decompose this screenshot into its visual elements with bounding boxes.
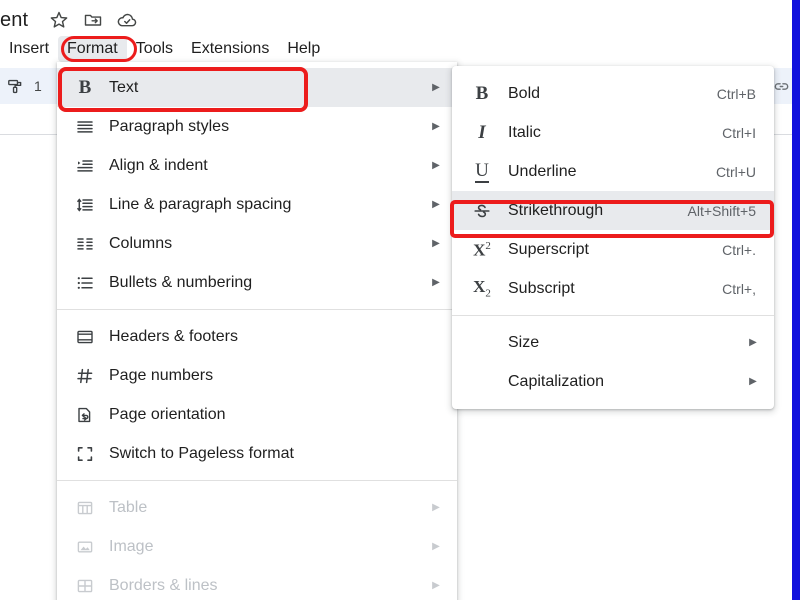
menu-item-label: Headers & footers xyxy=(109,327,238,345)
menubar-item-extensions[interactable]: Extensions xyxy=(182,36,278,62)
chevron-right-icon: ▶ xyxy=(432,541,440,552)
page-numbers-icon xyxy=(73,364,97,388)
menubar-item-format[interactable]: Format xyxy=(58,36,127,62)
menu-item-label: Paragraph styles xyxy=(109,117,230,135)
menu-separator xyxy=(57,309,457,310)
underline-icon: U xyxy=(475,159,489,183)
viewport-right-border xyxy=(792,0,800,600)
shortcut-label: Ctrl+I xyxy=(722,124,756,141)
menu-item-bullets-numbering[interactable]: Bullets & numbering ▶ xyxy=(57,263,457,302)
shortcut-label: Ctrl+B xyxy=(716,85,756,102)
submenu-item-label: Superscript xyxy=(508,240,589,258)
menu-item-label: Page numbers xyxy=(109,366,214,384)
bullets-numbering-icon xyxy=(73,271,97,295)
menu-item-label: Image xyxy=(109,537,154,555)
no-icon xyxy=(470,331,494,355)
submenu-item-underline[interactable]: U Underline Ctrl+U xyxy=(452,152,774,191)
chevron-right-icon: ▶ xyxy=(432,580,440,591)
borders-lines-icon xyxy=(73,574,97,598)
paragraph-styles-icon xyxy=(73,115,97,139)
menu-item-label: Bullets & numbering xyxy=(109,273,253,291)
table-icon xyxy=(73,496,97,520)
shortcut-label: Ctrl+U xyxy=(715,163,756,180)
pageless-format-icon xyxy=(73,442,97,466)
paint-format-icon[interactable] xyxy=(0,71,30,101)
submenu-item-label: Strikethrough xyxy=(508,201,604,219)
menu-bar: Insert Format Tools Extensions Help xyxy=(0,36,329,62)
menu-item-text[interactable]: B Text ▶ xyxy=(57,68,457,107)
zoom-level[interactable]: 1 xyxy=(30,78,42,94)
menu-item-label: Page orientation xyxy=(109,405,226,423)
menu-item-page-orientation[interactable]: Page orientation xyxy=(57,395,457,434)
headers-footers-icon xyxy=(73,325,97,349)
italic-icon: I xyxy=(478,122,486,143)
menu-separator xyxy=(57,480,457,481)
submenu-item-superscript[interactable]: X2 Superscript Ctrl+. xyxy=(452,230,774,269)
submenu-item-label: Underline xyxy=(508,162,577,180)
image-icon xyxy=(73,535,97,559)
submenu-item-label: Size xyxy=(508,333,540,351)
submenu-item-strikethrough[interactable]: Strikethrough Alt+Shift+5 xyxy=(452,191,774,230)
menu-item-label: Align & indent xyxy=(109,156,208,174)
menu-item-paragraph-styles[interactable]: Paragraph styles ▶ xyxy=(57,107,457,146)
menubar-item-tools[interactable]: Tools xyxy=(127,36,182,62)
menu-item-label: Line & paragraph spacing xyxy=(109,195,292,213)
align-indent-icon xyxy=(73,154,97,178)
chevron-right-icon: ▶ xyxy=(432,502,440,513)
submenu-item-label: Italic xyxy=(508,123,541,141)
submenu-item-italic[interactable]: I Italic Ctrl+I xyxy=(452,113,774,152)
submenu-item-label: Bold xyxy=(508,84,541,102)
bold-b-icon: B xyxy=(78,77,92,98)
subscript-icon: X2 xyxy=(473,276,491,300)
chevron-right-icon: ▶ xyxy=(749,376,757,387)
submenu-item-subscript[interactable]: X2 Subscript Ctrl+, xyxy=(452,269,774,308)
menu-item-page-numbers[interactable]: Page numbers xyxy=(57,356,457,395)
menu-item-columns[interactable]: Columns ▶ xyxy=(57,224,457,263)
cloud-saved-icon[interactable] xyxy=(110,5,144,35)
line-spacing-icon xyxy=(73,193,97,217)
page-orientation-icon xyxy=(73,403,97,427)
move-to-folder-icon[interactable] xyxy=(76,5,110,35)
columns-icon xyxy=(73,232,97,256)
submenu-item-label: Capitalization xyxy=(508,372,605,390)
app-root: ent Insert Format Tools Extensions Help … xyxy=(0,0,800,600)
menu-item-line-paragraph-spacing[interactable]: Line & paragraph spacing ▶ xyxy=(57,185,457,224)
menu-item-label: Text xyxy=(109,78,139,96)
title-row: ent xyxy=(0,4,144,36)
shortcut-label: Ctrl+. xyxy=(722,241,756,258)
document-title[interactable]: ent xyxy=(0,9,28,32)
format-menu-panel[interactable]: B Text ▶ Paragraph styles ▶ Align & inde… xyxy=(57,62,457,600)
superscript-icon: X2 xyxy=(473,239,491,260)
submenu-item-size[interactable]: Size ▶ xyxy=(452,323,774,362)
menu-item-image: Image ▶ xyxy=(57,527,457,566)
shortcut-label: Alt+Shift+5 xyxy=(687,202,757,219)
menu-item-table: Table ▶ xyxy=(57,488,457,527)
menu-item-align-indent[interactable]: Align & indent ▶ xyxy=(57,146,457,185)
menubar-item-insert[interactable]: Insert xyxy=(0,36,58,62)
menu-item-headers-footers[interactable]: Headers & footers xyxy=(57,317,457,356)
strikethrough-icon xyxy=(470,199,494,223)
submenu-item-label: Subscript xyxy=(508,279,575,297)
menu-item-label: Columns xyxy=(109,234,173,252)
submenu-item-bold[interactable]: B Bold Ctrl+B xyxy=(452,74,774,113)
menu-item-label: Borders & lines xyxy=(109,576,218,594)
text-submenu-panel[interactable]: B Bold Ctrl+B I Italic Ctrl+I U Underlin… xyxy=(452,66,774,409)
menu-item-borders-lines: Borders & lines ▶ xyxy=(57,566,457,600)
chevron-right-icon: ▶ xyxy=(749,337,757,348)
menu-item-label: Table xyxy=(109,498,148,516)
menu-separator xyxy=(452,315,774,316)
shortcut-label: Ctrl+, xyxy=(722,280,756,297)
no-icon xyxy=(470,370,494,394)
star-icon[interactable] xyxy=(42,5,76,35)
submenu-item-capitalization[interactable]: Capitalization ▶ xyxy=(452,362,774,401)
bold-icon: B xyxy=(475,83,489,104)
menubar-item-help[interactable]: Help xyxy=(278,36,329,62)
menu-item-label: Switch to Pageless format xyxy=(109,444,294,462)
menu-item-switch-to-pageless[interactable]: Switch to Pageless format xyxy=(57,434,457,473)
